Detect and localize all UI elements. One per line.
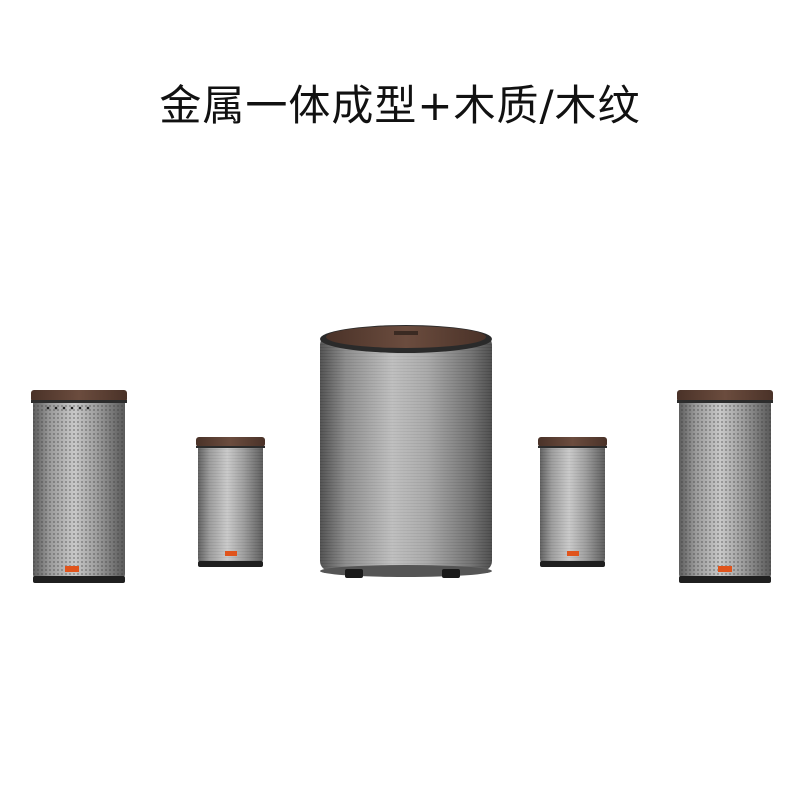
product-photo: [31, 325, 773, 583]
brand-badge: [225, 551, 237, 556]
right-satellite-speaker: [538, 437, 607, 567]
right-tower-speaker: [677, 390, 773, 583]
brand-badge: [567, 551, 579, 556]
foot: [442, 569, 460, 578]
foot: [345, 569, 363, 578]
wood-top: [196, 437, 265, 447]
left-tower-speaker: [31, 390, 127, 583]
wood-top: [538, 437, 607, 447]
brand-badge: [718, 566, 732, 572]
wood-top: [326, 326, 486, 348]
brand-badge: [65, 566, 79, 572]
center-subwoofer: [320, 325, 492, 578]
left-satellite-speaker: [196, 437, 265, 567]
